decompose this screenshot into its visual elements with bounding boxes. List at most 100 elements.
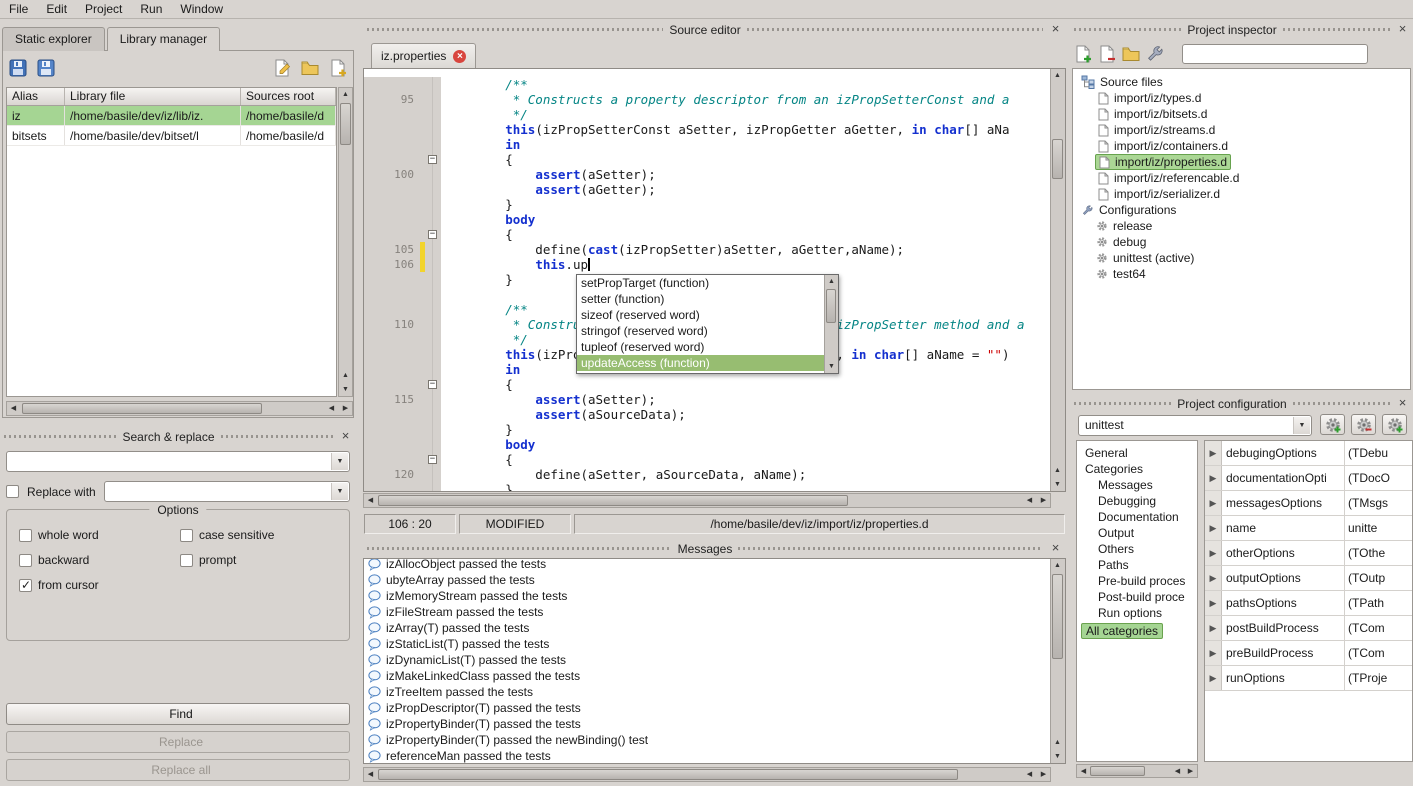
scroll-up-icon[interactable]: ▲ [1051, 69, 1064, 82]
column-header-library-file[interactable]: Library file [65, 88, 241, 105]
scroll-down-icon[interactable]: ▼ [1051, 750, 1064, 763]
scroll-left-icon[interactable]: ◀ [364, 768, 377, 781]
scroll-thumb[interactable] [1090, 766, 1145, 776]
library-table-vscrollbar[interactable]: ▲ ▲ ▼ [338, 87, 353, 397]
completion-item[interactable]: updateAccess (function) [577, 355, 824, 371]
scroll-left-icon[interactable]: ◀ [325, 402, 338, 415]
category-others[interactable]: Others [1077, 541, 1197, 557]
message-item[interactable]: izMemoryStream passed the tests [364, 588, 1050, 604]
add-folder-button[interactable] [1120, 43, 1142, 65]
completion-item[interactable]: sizeof (reserved word) [577, 307, 824, 323]
tree-file-import-iz-serializer-d[interactable]: import/iz/serializer.d [1073, 186, 1410, 202]
replace-all-button[interactable]: Replace all [6, 759, 350, 781]
scroll-right-icon[interactable]: ▶ [339, 402, 352, 415]
remove-config-button[interactable] [1351, 414, 1376, 435]
scroll-up-icon[interactable]: ▲ [1051, 559, 1064, 572]
category-pre-build-proces[interactable]: Pre-build proces [1077, 573, 1197, 589]
editor-hscrollbar[interactable]: ◀ ◀ ▶ [363, 493, 1051, 508]
category-categories[interactable]: Categories [1077, 461, 1197, 477]
category-documentation[interactable]: Documentation [1077, 509, 1197, 525]
message-item[interactable]: izPropertyBinder(T) passed the newBindin… [364, 732, 1050, 748]
tab-static-explorer[interactable]: Static explorer [2, 27, 105, 51]
close-icon[interactable]: × [1396, 23, 1409, 36]
scroll-right-icon[interactable]: ▶ [1184, 765, 1197, 778]
menu-window[interactable]: Window [171, 0, 232, 18]
scroll-down-icon[interactable]: ▼ [1051, 478, 1064, 491]
find-button[interactable]: Find [6, 703, 350, 725]
tree-config-unittest-active[interactable]: unittest (active) [1073, 250, 1410, 266]
menu-project[interactable]: Project [76, 0, 131, 18]
tree-file-import-iz-properties-d[interactable]: import/iz/properties.d [1073, 154, 1410, 170]
column-header-sources-root[interactable]: Sources root [241, 88, 336, 105]
property-row-postbuildprocess[interactable]: ▶postBuildProcess(TCom [1205, 616, 1412, 641]
tree-node-configurations[interactable]: Configurations [1073, 202, 1410, 218]
category-run-options[interactable]: Run options [1077, 605, 1197, 621]
tree-config-release[interactable]: release [1073, 218, 1410, 234]
expand-arrow-icon[interactable]: ▶ [1205, 466, 1222, 490]
category-post-build-proce[interactable]: Post-build proce [1077, 589, 1197, 605]
replace-with-checkbox[interactable] [6, 485, 19, 498]
option-prompt[interactable]: prompt [180, 553, 341, 567]
scroll-left-icon[interactable]: ◀ [1023, 494, 1036, 507]
scroll-thumb[interactable] [22, 403, 262, 414]
checkbox-whole-word[interactable] [19, 529, 32, 542]
configuration-selector[interactable]: unittest ▼ [1078, 415, 1312, 436]
dropdown-arrow-icon[interactable]: ▼ [331, 453, 348, 470]
save-libraries-button[interactable] [6, 56, 30, 80]
completion-item[interactable]: setter (function) [577, 291, 824, 307]
category-debugging[interactable]: Debugging [1077, 493, 1197, 509]
scroll-thumb[interactable] [1052, 139, 1063, 179]
message-item[interactable]: izDynamicList(T) passed the tests [364, 652, 1050, 668]
expand-arrow-icon[interactable]: ▶ [1205, 491, 1222, 515]
property-row-debugingoptions[interactable]: ▶debugingOptions(TDebu [1205, 441, 1412, 466]
property-row-pathsoptions[interactable]: ▶pathsOptions(TPath [1205, 591, 1412, 616]
dropdown-arrow-icon[interactable]: ▼ [331, 483, 348, 500]
property-row-documentationopti[interactable]: ▶documentationOpti(TDocO [1205, 466, 1412, 491]
library-table-hscrollbar[interactable]: ◀ ◀ ▶ [6, 401, 353, 416]
expand-arrow-icon[interactable]: ▶ [1205, 441, 1222, 465]
scroll-left-icon[interactable]: ◀ [1023, 768, 1036, 781]
expand-arrow-icon[interactable]: ▶ [1205, 516, 1222, 540]
scroll-left-icon[interactable]: ◀ [7, 402, 20, 415]
splitter-left-center[interactable] [356, 22, 363, 786]
option-backward[interactable]: backward [19, 553, 180, 567]
expand-arrow-icon[interactable]: ▶ [1205, 616, 1222, 640]
message-item[interactable]: izFileStream passed the tests [364, 604, 1050, 620]
category-all-categories[interactable]: All categories [1081, 623, 1163, 639]
category-output[interactable]: Output [1077, 525, 1197, 541]
scroll-up-icon[interactable]: ▲ [1051, 464, 1064, 477]
categories-hscrollbar[interactable]: ◀ ◀ ▶ [1076, 764, 1198, 778]
column-header-alias[interactable]: Alias [7, 88, 65, 105]
message-item[interactable]: izAllocObject passed the tests [364, 558, 1050, 572]
code-editor[interactable]: /**95 * Constructs a property descriptor… [363, 68, 1066, 492]
inspector-filter-input[interactable] [1182, 44, 1368, 64]
tree-file-import-iz-types-d[interactable]: import/iz/types.d [1073, 90, 1410, 106]
property-row-name[interactable]: ▶nameunitte [1205, 516, 1412, 541]
close-icon[interactable]: × [1049, 23, 1062, 36]
checkbox-case-sensitive[interactable] [180, 529, 193, 542]
table-row[interactable]: bitsets/home/basile/dev/bitset/l/home/ba… [7, 126, 336, 146]
tree-file-import-iz-containers-d[interactable]: import/iz/containers.d [1073, 138, 1410, 154]
expand-arrow-icon[interactable]: ▶ [1205, 541, 1222, 565]
message-item[interactable]: izPropDescriptor(T) passed the tests [364, 700, 1050, 716]
menu-run[interactable]: Run [131, 0, 171, 18]
checkbox-prompt[interactable] [180, 554, 193, 567]
menu-edit[interactable]: Edit [37, 0, 76, 18]
menu-file[interactable]: File [0, 0, 37, 18]
property-row-runoptions[interactable]: ▶runOptions(TProje [1205, 666, 1412, 691]
message-item[interactable]: izMakeLinkedClass passed the tests [364, 668, 1050, 684]
message-item[interactable]: izArray(T) passed the tests [364, 620, 1050, 636]
edit-alias-button[interactable] [270, 56, 294, 80]
category-general[interactable]: General [1077, 445, 1197, 461]
checkbox-backward[interactable] [19, 554, 32, 567]
option-case-sensitive[interactable]: case sensitive [180, 528, 341, 542]
tree-file-import-iz-bitsets-d[interactable]: import/iz/bitsets.d [1073, 106, 1410, 122]
dropdown-arrow-icon[interactable]: ▼ [1293, 417, 1310, 434]
scroll-left-icon[interactable]: ◀ [1171, 765, 1184, 778]
tree-node-source-files[interactable]: Source files [1073, 74, 1410, 90]
editor-vscrollbar[interactable]: ▲ ▲ ▼ [1050, 69, 1065, 491]
editor-tab[interactable]: iz.properties × [371, 43, 476, 68]
tree-file-import-iz-streams-d[interactable]: import/iz/streams.d [1073, 122, 1410, 138]
tree-file-import-iz-referencable-d[interactable]: import/iz/referencable.d [1073, 170, 1410, 186]
add-source-button[interactable] [1072, 43, 1094, 65]
